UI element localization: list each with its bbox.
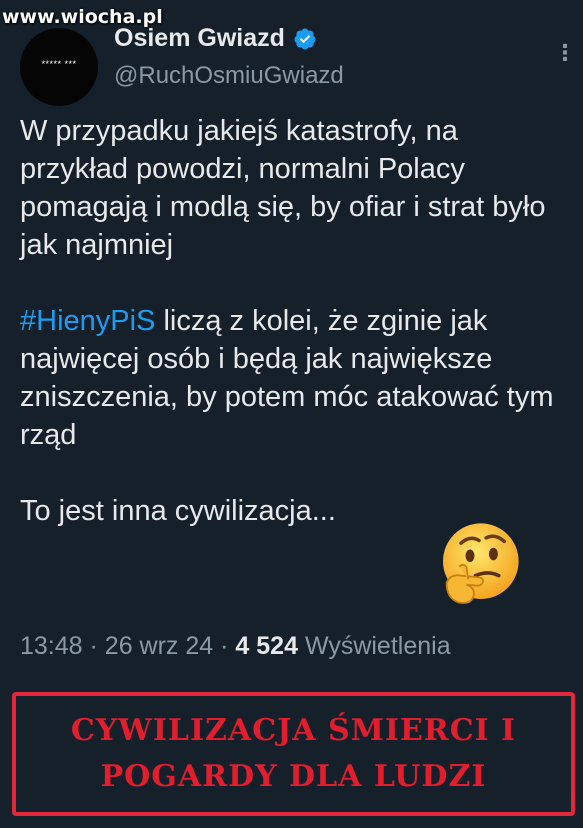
caption-banner: CYWILIZACJA ŚMIERCI I POGARDY DLA LUDZI [12, 692, 575, 816]
author-row: Osiem Gwiazd [114, 24, 317, 53]
thinking-face-emoji [443, 523, 519, 604]
avatar-stars: ***** *** [41, 58, 77, 69]
avatar-tiny-text [58, 69, 59, 75]
author-handle[interactable]: @RuchOsmiuGwiazd [114, 62, 344, 90]
tweet-time[interactable]: 13:48 [20, 632, 83, 660]
avatar[interactable]: ***** *** [20, 28, 98, 106]
banner-line-1: CYWILIZACJA ŚMIERCI I [70, 713, 517, 748]
views-label: Wyświetlenia [304, 632, 451, 660]
tweet-paragraph-1: W przypadku jakiejś katastrofy, na przyk… [20, 115, 546, 261]
more-dots-icon[interactable]: ⋮ [554, 40, 577, 66]
tweet-meta: 13:48 · 26 wrz 24 · 4 524 Wyświetlenia [20, 632, 451, 661]
hashtag-link[interactable]: #HienyPiS [20, 305, 155, 337]
tweet-date[interactable]: 26 wrz 24 [105, 632, 213, 660]
watermark: www.wiocha.pl [2, 6, 163, 28]
author-name[interactable]: Osiem Gwiazd [114, 24, 285, 53]
tweet-body: W przypadku jakiejś katastrofy, na przyk… [20, 112, 560, 530]
verified-badge-icon [294, 28, 316, 49]
views-count: 4 524 [235, 632, 298, 660]
meta-separator: · [220, 632, 229, 660]
meta-separator: · [89, 632, 98, 660]
banner-line-2: POGARDY DLA LUDZI [100, 759, 487, 794]
tweet-paragraph-2: #HienyPiS liczą z kolei, że zginie jak n… [20, 302, 560, 454]
